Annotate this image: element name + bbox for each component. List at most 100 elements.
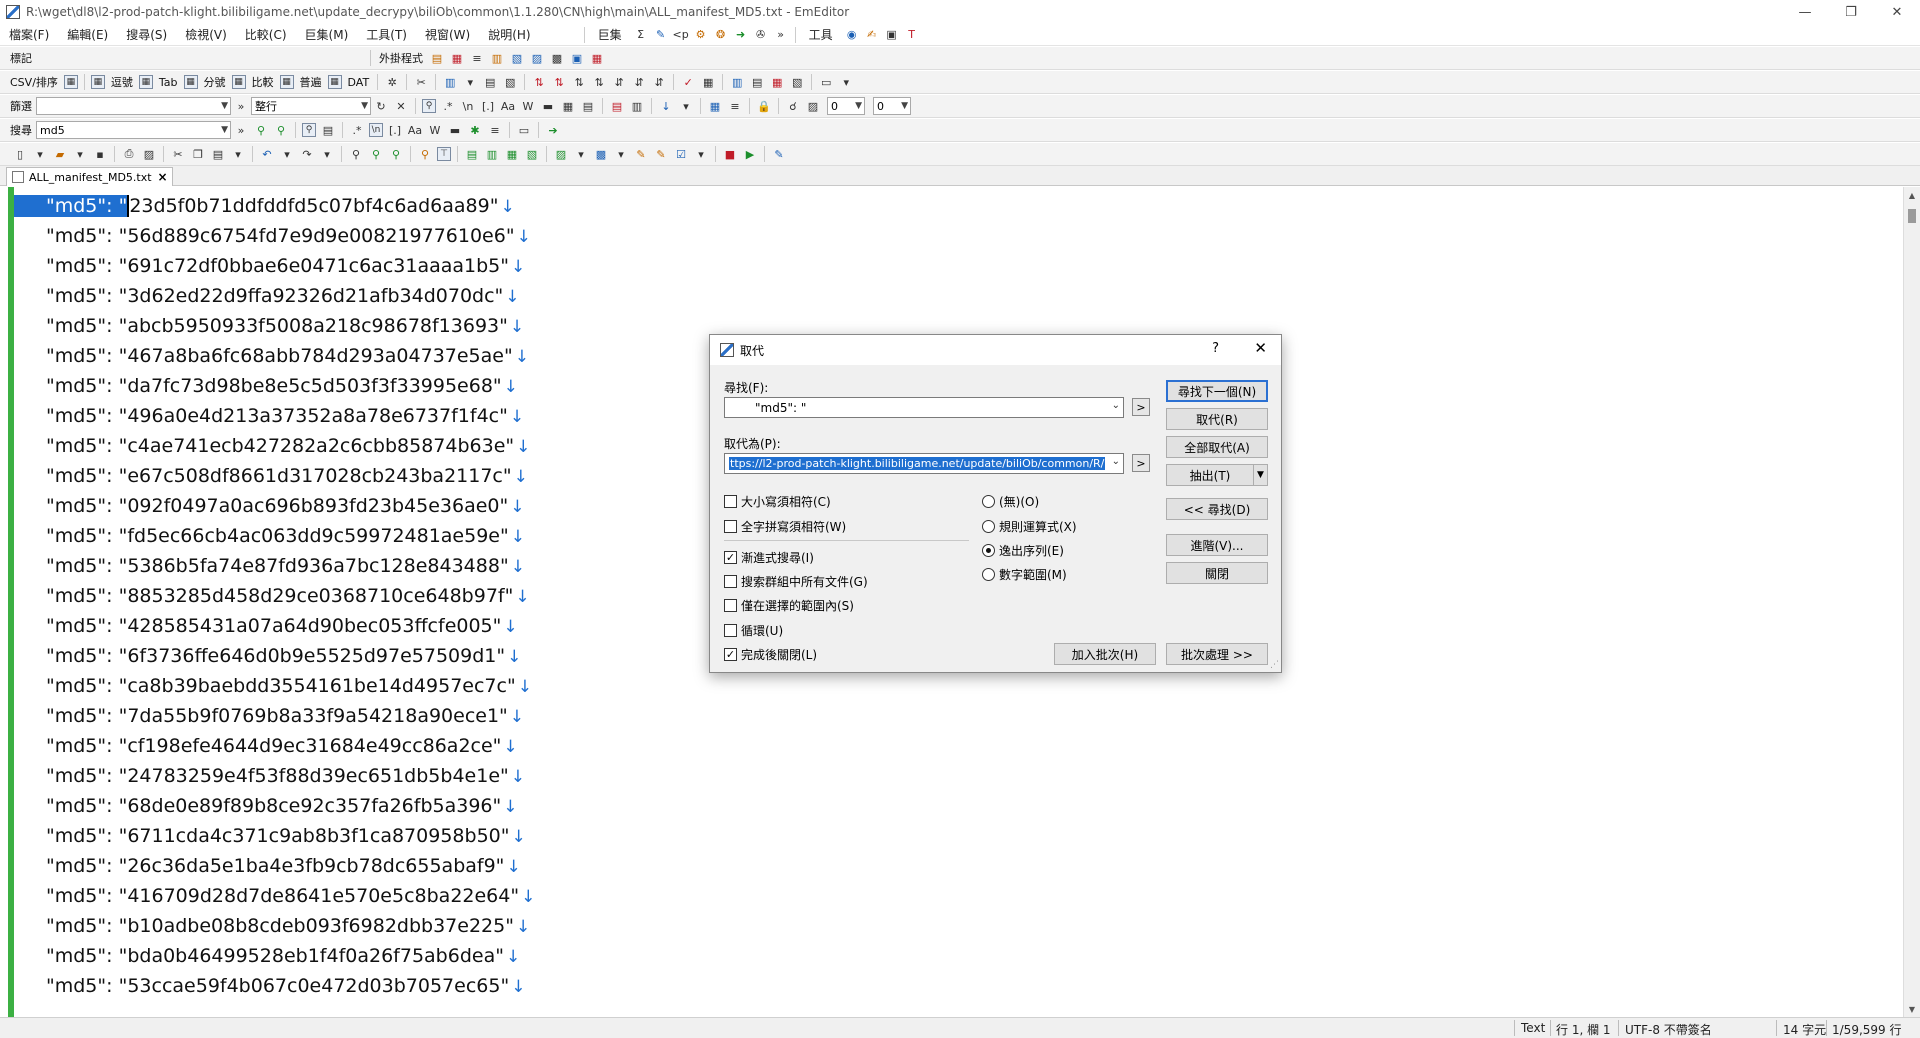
- escape-icon[interactable]: \n: [369, 123, 383, 137]
- csv-comma-label[interactable]: 逗號: [107, 74, 137, 90]
- word-wrap-icon[interactable]: ▨: [553, 146, 569, 162]
- close-tab-icon[interactable]: ×: [158, 170, 168, 184]
- customize-icon[interactable]: ✎: [633, 146, 649, 162]
- new-file-icon[interactable]: ▯: [12, 146, 28, 162]
- editor-line[interactable]: "md5": "416709d28d7de8641e570e5c8ba22e64…: [14, 881, 535, 911]
- menu-edit[interactable]: 編輯(E): [58, 26, 117, 43]
- csv-tab-icon[interactable]: ▦: [138, 75, 153, 89]
- toggle-find-button[interactable]: << 尋找(D): [1166, 498, 1268, 520]
- add-batch-button[interactable]: 加入批次(H): [1054, 643, 1156, 665]
- menu-search[interactable]: 搜尋(S): [117, 26, 176, 43]
- split-column-icon[interactable]: ▥: [729, 74, 745, 90]
- sort-custom-icon[interactable]: ⇵: [651, 74, 667, 90]
- lock-icon[interactable]: 🔒: [756, 98, 772, 114]
- editor-line[interactable]: "md5": "691c72df0bbae6e0471c6ac31aaaa1b5…: [14, 251, 535, 281]
- refresh-icon[interactable]: ↻: [373, 98, 389, 114]
- split-none-icon[interactable]: ▦: [504, 146, 520, 162]
- range-icon[interactable]: [.]: [480, 98, 496, 114]
- open-folder-icon[interactable]: ▰: [52, 146, 68, 162]
- wrap-dropdown-icon[interactable]: ▾: [573, 146, 589, 162]
- find-prev-toolbar-icon[interactable]: ⚲: [388, 146, 404, 162]
- editor-line[interactable]: "md5": "24783259e4f53f88d39ec651db5b4e1e…: [14, 761, 535, 791]
- range-icon[interactable]: [.]: [387, 122, 403, 138]
- sync-scroll-icon[interactable]: ▧: [524, 146, 540, 162]
- editor-line[interactable]: "md5": "abcb5950933f5008a218c98678f13693…: [14, 311, 535, 341]
- menu-compare[interactable]: 比較(C): [236, 26, 296, 43]
- mode-none-radio[interactable]: (無)(O): [982, 493, 1039, 510]
- plugin-wordcount-icon[interactable]: ▦: [589, 50, 605, 66]
- editor-line[interactable]: "md5": "e67c508df8661d317028cb243ba2117c…: [14, 461, 535, 491]
- macros-toolbar-label[interactable]: 巨集: [589, 26, 631, 43]
- scroll-down-icon[interactable]: ▼: [1904, 1001, 1920, 1017]
- csv-semicolon-icon[interactable]: ▦: [183, 75, 198, 89]
- wrench-icon[interactable]: ✎: [771, 146, 787, 162]
- run-macro-icon[interactable]: ⚙: [693, 27, 709, 43]
- mode-numeric-radio[interactable]: 數字範圍(M): [982, 566, 1067, 583]
- highlight-icon[interactable]: ⚲: [302, 123, 316, 137]
- csv-dat-icon[interactable]: ▦: [327, 75, 342, 89]
- properties-icon[interactable]: ✎: [653, 146, 669, 162]
- spell-icon[interactable]: ✓: [680, 74, 696, 90]
- plugin-folder-icon[interactable]: ▤: [429, 50, 445, 66]
- columns-icon[interactable]: ▥: [442, 74, 458, 90]
- editor-line[interactable]: "md5": "b10adbe08b8cdeb093f6982dbb37e225…: [14, 911, 535, 941]
- editor-line[interactable]: "md5": "c4ae741ecb427282a2c6cbb85874b63e…: [14, 431, 535, 461]
- delete-duplicates-icon[interactable]: ▦: [769, 74, 785, 90]
- menu-help[interactable]: 說明(H): [479, 26, 539, 43]
- case-icon[interactable]: Aa: [407, 122, 423, 138]
- match-case-checkbox[interactable]: 大小寫須相符(C): [724, 493, 831, 510]
- context-after-select[interactable]: 0 ▼: [873, 97, 911, 115]
- regex-icon[interactable]: .*: [440, 98, 456, 114]
- record-macro-icon[interactable]: ■: [722, 146, 738, 162]
- menu-tools[interactable]: 工具(T): [357, 26, 416, 43]
- filter-dropdown-icon[interactable]: ▾: [678, 98, 694, 114]
- layout-icon[interactable]: ▭: [818, 74, 834, 90]
- sort-rev-icon[interactable]: ⇵: [631, 74, 647, 90]
- editor-line[interactable]: "md5": "ca8b39baebdd3554161be14d4957ec7c…: [14, 671, 535, 701]
- vertical-scrollbar[interactable]: ▲ ▼: [1903, 187, 1920, 1017]
- close-button[interactable]: 關閉: [1166, 562, 1268, 584]
- plugin-snippets-icon[interactable]: ▣: [569, 50, 585, 66]
- gear-icon[interactable]: ✲: [384, 74, 400, 90]
- column-remove-icon[interactable]: ▧: [502, 74, 518, 90]
- copy-filter-icon[interactable]: ▥: [629, 98, 645, 114]
- extract-button[interactable]: 抽出(T) ▼: [1166, 464, 1268, 486]
- find-next-button[interactable]: 尋找下一個(N): [1166, 380, 1268, 402]
- word-icon[interactable]: W: [520, 98, 536, 114]
- csv-comma-icon[interactable]: ▦: [90, 75, 105, 89]
- editor-line[interactable]: "md5": "467a8ba6fc68abb784d293a04737e5ae…: [14, 341, 535, 371]
- csv-semicolon-label[interactable]: 分號: [200, 74, 230, 90]
- macro-debug-icon[interactable]: ✇: [753, 27, 769, 43]
- negate-icon[interactable]: ▬: [540, 98, 556, 114]
- filter-rows-icon[interactable]: ▧: [789, 74, 805, 90]
- editor-line[interactable]: "md5": "7da55b9f0769b8a33f9a54218a90ece1…: [14, 701, 535, 731]
- editor-line[interactable]: "md5": "8853285d458d29ce0368710ce648b97f…: [14, 581, 535, 611]
- filter-icon[interactable]: ⊤: [437, 147, 451, 161]
- loop-checkbox[interactable]: 循環(U): [724, 622, 783, 639]
- menu-file[interactable]: 檔案(F): [0, 26, 58, 43]
- notes-icon[interactable]: ✍: [864, 27, 880, 43]
- csv-general-icon[interactable]: ▦: [279, 75, 294, 89]
- csv-general-label[interactable]: 普遍: [296, 74, 326, 90]
- editor-line[interactable]: "md5": "cf198efe4644d9ec31684e49cc86a2ce…: [14, 731, 535, 761]
- editor-line[interactable]: "md5": "56d889c6754fd7e9d9e00821977610e6…: [14, 221, 535, 251]
- multi-filter-icon[interactable]: ▦: [560, 98, 576, 114]
- copy-icon[interactable]: ❐: [190, 146, 206, 162]
- find-icon[interactable]: ⚲: [348, 146, 364, 162]
- tools-toolbar-label[interactable]: 工具: [800, 26, 842, 43]
- editor-line[interactable]: "md5": "53ccae59f4b067c0e472d03b7057ec65…: [14, 971, 535, 1001]
- find-prev-icon[interactable]: ⚲: [253, 122, 269, 138]
- chevron-down-icon[interactable]: ▼: [1253, 465, 1267, 485]
- redo-icon[interactable]: ↷: [299, 146, 315, 162]
- dialog-close-button[interactable]: ✕: [1254, 339, 1267, 357]
- in-selection-checkbox[interactable]: 僅在選擇的範圍內(S): [724, 597, 854, 614]
- find-list-icon[interactable]: ≡: [487, 122, 503, 138]
- sort-desc-icon[interactable]: ⇅: [551, 74, 567, 90]
- editor-line[interactable]: "md5": "496a0e4d213a37352a8a78e6737f1f4c…: [14, 401, 535, 431]
- filter-down-icon[interactable]: ↓: [658, 98, 674, 114]
- filter-mode-select[interactable]: 整行 ▼: [251, 97, 371, 115]
- editor-line[interactable]: "md5": "fd5ec66cb4ac063dd9c59972481ae59e…: [14, 521, 535, 551]
- search-panel-icon[interactable]: ▭: [516, 122, 532, 138]
- find-special-button[interactable]: >: [1132, 398, 1150, 416]
- menu-view[interactable]: 檢視(V): [176, 26, 236, 43]
